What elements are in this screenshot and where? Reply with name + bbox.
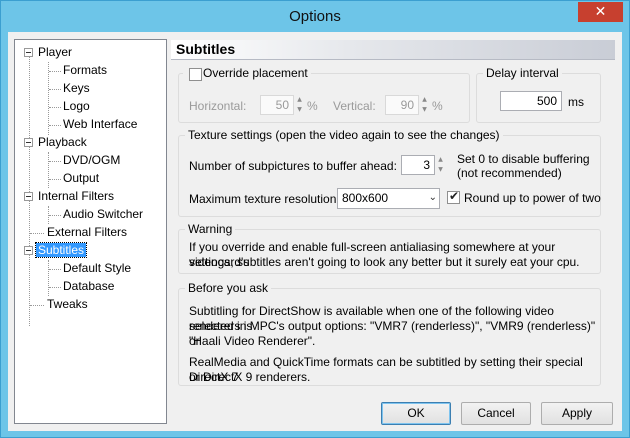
chevron-down-icon: ⌄ [428,192,437,203]
tree-item-subtitles[interactable]: Subtitles [24,242,88,260]
spin-up-icon[interactable]: ▲ [295,95,304,105]
spin-down-icon[interactable]: ▼ [420,105,429,115]
options-window: Options ✕ Player Formats Keys Logo Web I… [0,0,630,438]
max-texture-resolution-select[interactable]: 800x600 ⌄ [337,188,440,209]
before-you-ask-legend: Before you ask [185,281,272,295]
warning-text-line-2: settings, subtitles aren't going to look… [189,255,580,269]
round-up-power-of-two-checkbox[interactable] [447,189,460,204]
delay-interval-legend: Delay interval [483,66,562,80]
collapse-icon[interactable] [24,246,33,255]
tree-item-keys[interactable]: Keys [61,80,92,98]
texture-settings-group: Texture settings (open the video again t… [178,128,601,217]
options-tree[interactable]: Player Formats Keys Logo Web Interface P… [14,39,167,424]
tree-item-tweaks[interactable]: Tweaks [45,296,90,314]
tree-item-output[interactable]: Output [61,170,101,188]
warning-legend: Warning [185,222,236,236]
tree-item-audio-switcher[interactable]: Audio Switcher [61,206,145,224]
round-up-power-of-two-label: Round up to power of two [464,191,601,205]
tree-item-database[interactable]: Database [61,278,116,296]
override-placement-label: Override placement [203,66,308,80]
vertical-label: Vertical: [333,99,376,113]
max-texture-resolution-label: Maximum texture resolution: [189,192,340,206]
horizontal-input[interactable]: 50 [260,95,294,115]
apply-button[interactable]: Apply [541,402,613,425]
before-you-ask-group: Before you ask Subtitling for DirectShow… [178,281,601,386]
override-placement-legend: Override placement [183,66,311,81]
warning-group: Warning If you override and enable full-… [178,222,601,274]
horizontal-unit: % [307,99,318,113]
spin-down-icon[interactable]: ▼ [295,105,304,115]
buffer-ahead-input[interactable]: 3 [401,155,435,175]
window-title: Options [289,8,341,25]
tree-item-logo[interactable]: Logo [61,98,92,116]
collapse-icon[interactable] [24,138,33,147]
max-texture-resolution-value: 800x600 [342,191,389,205]
spin-up-icon[interactable]: ▲ [436,155,445,165]
ok-button[interactable]: OK [381,402,451,425]
delay-interval-unit: ms [568,95,584,109]
buffer-ahead-label: Number of subpictures to buffer ahead: [189,159,397,173]
delay-interval-input[interactable]: 500 [500,91,562,111]
override-placement-checkbox[interactable] [189,68,202,81]
tree-item-formats[interactable]: Formats [61,62,109,80]
tree-item-internal-filters[interactable]: Internal Filters [24,188,116,206]
tree-item-web-interface[interactable]: Web Interface [61,116,139,134]
tree-item-player[interactable]: Player [24,44,74,62]
tree-item-external-filters[interactable]: External Filters [45,224,129,242]
close-icon: ✕ [594,3,607,19]
tree-item-default-style[interactable]: Default Style [61,260,133,278]
texture-settings-legend: Texture settings (open the video again t… [185,128,503,142]
spin-down-icon[interactable]: ▼ [436,165,445,175]
page-title: Subtitles [176,41,236,57]
vertical-unit: % [432,99,443,113]
vertical-input[interactable]: 90 [385,95,419,115]
before-text-line-5: or DirectX 9 renderers. [189,370,311,384]
collapse-icon[interactable] [24,48,33,57]
spin-up-icon[interactable]: ▲ [420,95,429,105]
tree-item-dvd-ogm[interactable]: DVD/OGM [61,152,122,170]
vertical-spinner[interactable]: ▲ ▼ [420,95,429,115]
tree-item-playback[interactable]: Playback [24,134,89,152]
horizontal-spinner[interactable]: ▲ ▼ [295,95,304,115]
dialog-client: Player Formats Keys Logo Web Interface P… [8,32,622,431]
close-button[interactable]: ✕ [578,2,623,22]
delay-interval-group: Delay interval 500 ms [476,66,601,123]
collapse-icon[interactable] [24,192,33,201]
buffer-ahead-spinner[interactable]: ▲ ▼ [436,155,445,175]
buffer-hint-line-2: (not recommended) [457,166,562,180]
cancel-button[interactable]: Cancel [461,402,531,425]
page-heading: Subtitles [171,40,615,60]
buffer-hint-line-1: Set 0 to disable buffering [457,152,590,166]
title-bar[interactable]: Options ✕ [1,1,629,32]
before-text-line-3: "Haali Video Renderer". [189,334,316,348]
placement-group: Override placement Horizontal: 50 ▲ ▼ % V… [178,66,470,123]
horizontal-label: Horizontal: [189,99,247,113]
